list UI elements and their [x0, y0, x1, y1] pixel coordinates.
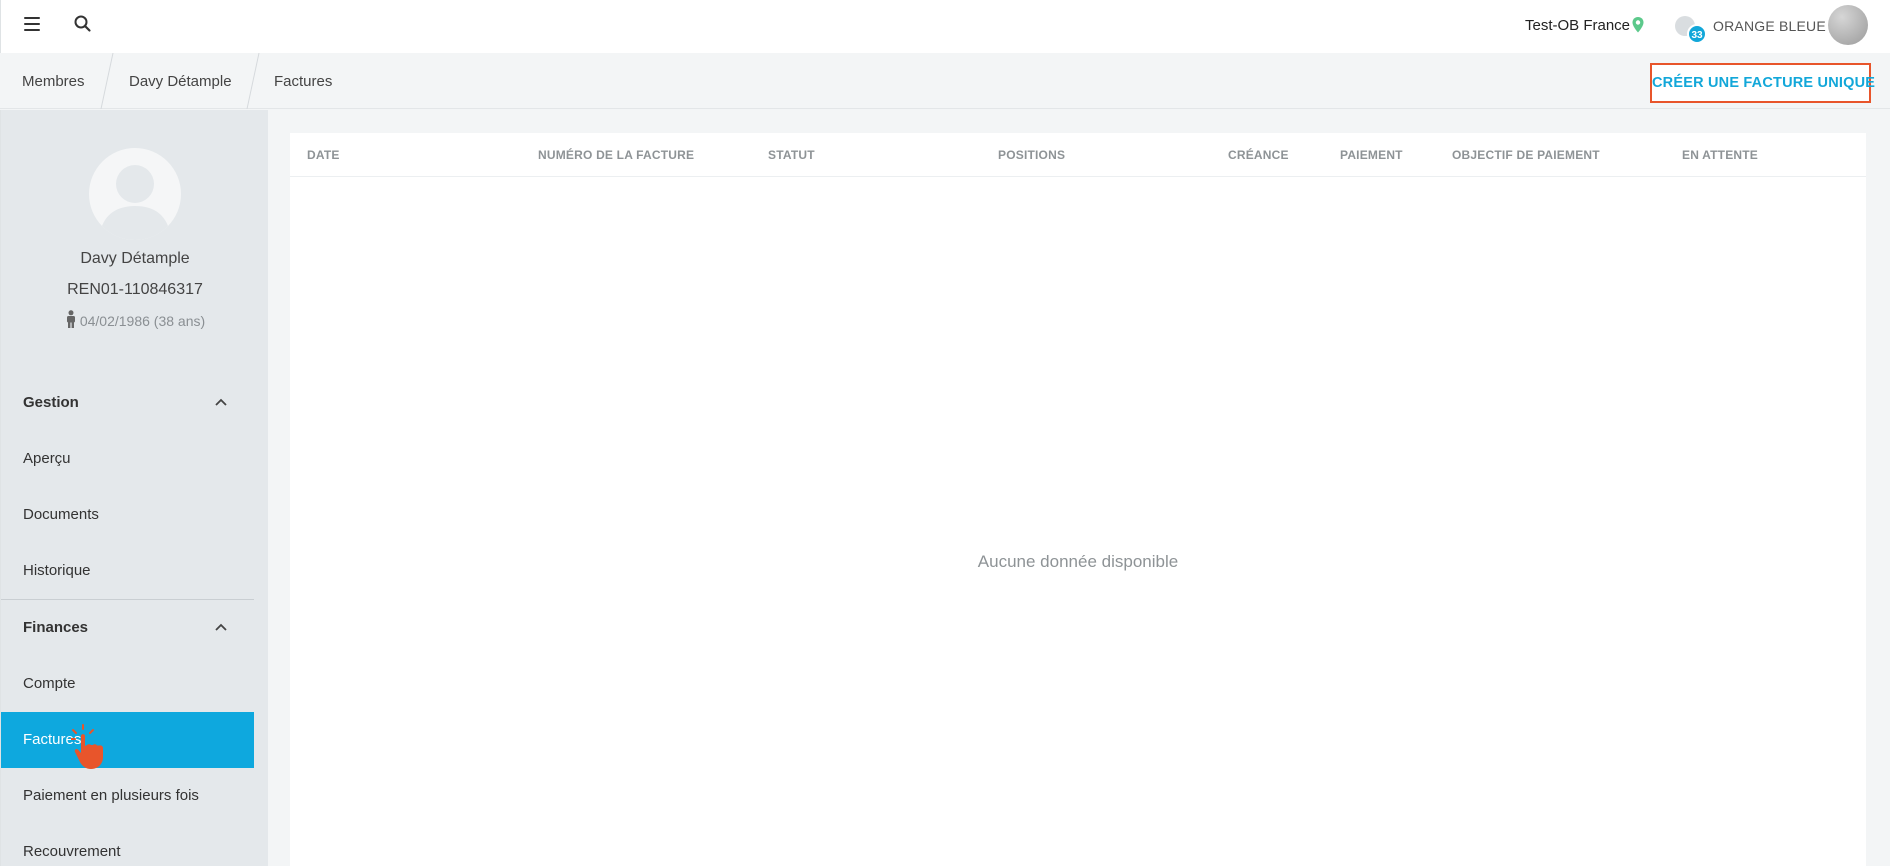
section-finances[interactable]: Finances [1, 600, 254, 656]
breadcrumb-item-member[interactable]: Davy Détample [129, 73, 232, 90]
column-positions[interactable]: POSITIONS [998, 148, 1065, 162]
pointer-hand-icon [71, 724, 103, 769]
column-creance[interactable]: CRÉANCE [1228, 148, 1289, 162]
sidebar-item-historique[interactable]: Historique [1, 543, 254, 599]
birthdate-text: 04/02/1986 (38 ans) [79, 313, 206, 329]
member-birthdate: 04/02/1986 (38 ans) [1, 310, 269, 331]
location-pin-icon [1631, 16, 1645, 34]
notification-cloud-icon[interactable]: 33 [1675, 14, 1707, 44]
user-avatar[interactable] [1828, 5, 1868, 45]
create-single-invoice-button[interactable]: CRÉER UNE FACTURE UNIQUE [1650, 63, 1875, 103]
sidebar-item-paiement-plusieurs-fois[interactable]: Paiement en plusieurs fois [1, 768, 254, 824]
member-name: Davy Détample [80, 250, 190, 267]
invoices-table-card: DATE NUMÉRO DE LA FACTURE STATUT POSITIO… [290, 133, 1866, 866]
sidebar-item-compte[interactable]: Compte [1, 656, 254, 712]
sidebar-menu: Gestion Aperçu Documents Historique Fina… [1, 375, 254, 866]
hamburger-menu-icon[interactable] [24, 17, 40, 31]
column-invoice-number[interactable]: NUMÉRO DE LA FACTURE [538, 148, 694, 162]
notification-badge: 33 [1687, 24, 1707, 44]
breadcrumb-separator [100, 52, 114, 110]
section-title: Gestion [23, 394, 79, 411]
brand-name[interactable]: ORANGE BLEUE [1713, 18, 1826, 34]
breadcrumb: Membres Davy Détample Factures CRÉER UNE… [0, 52, 1890, 110]
empty-state-message: Aucune donnée disponible [977, 552, 1179, 571]
section-gestion[interactable]: Gestion [1, 375, 254, 431]
column-date[interactable]: DATE [307, 148, 340, 162]
breadcrumb-item-factures: Factures [274, 73, 333, 90]
member-id: REN01-110846317 [67, 281, 203, 298]
breadcrumb-separator [246, 52, 260, 110]
sidebar-item-factures[interactable]: Factures [1, 712, 254, 769]
column-en-attente[interactable]: EN ATTENTE [1682, 148, 1758, 162]
person-icon [65, 310, 77, 331]
chevron-up-icon [215, 623, 227, 631]
sidebar-item-apercu[interactable]: Aperçu [1, 431, 254, 487]
top-bar: Test-OB France 33 ORANGE BLEUE [0, 0, 1890, 53]
member-sidebar: Davy Détample REN01-110846317 04/02/1986… [0, 110, 268, 866]
breadcrumb-item-membres[interactable]: Membres [22, 73, 85, 90]
column-paiement[interactable]: PAIEMENT [1340, 148, 1403, 162]
profile-avatar [89, 148, 181, 240]
studio-name[interactable]: Test-OB France [1525, 17, 1630, 34]
sidebar-item-documents[interactable]: Documents [1, 487, 254, 543]
search-icon[interactable] [73, 14, 93, 34]
section-title: Finances [23, 619, 89, 636]
chevron-up-icon [215, 398, 227, 406]
table-header: DATE NUMÉRO DE LA FACTURE STATUT POSITIO… [290, 133, 1866, 177]
column-payment-objective[interactable]: OBJECTIF DE PAIEMENT [1452, 148, 1600, 162]
sidebar-item-recouvrement[interactable]: Recouvrement [1, 824, 254, 866]
column-status[interactable]: STATUT [768, 148, 815, 162]
